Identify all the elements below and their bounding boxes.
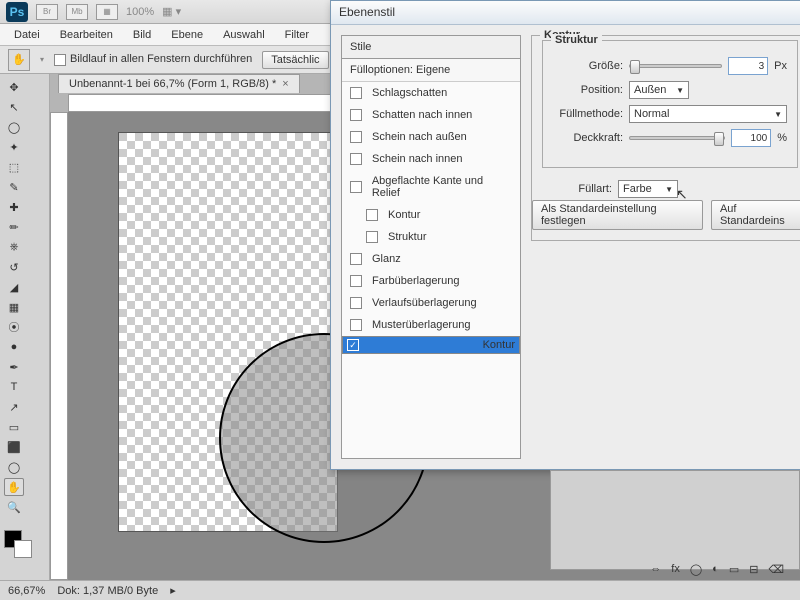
structure-group: Struktur Größe: Px Position: Außen▼ Füll… bbox=[542, 40, 798, 168]
menu-bearbeiten[interactable]: Bearbeiten bbox=[52, 27, 121, 43]
menu-datei[interactable]: Datei bbox=[6, 27, 48, 43]
style-color-overlay[interactable]: Farbüberlagerung bbox=[342, 270, 520, 292]
chevron-down-icon: ▼ bbox=[665, 185, 673, 194]
style-inner-shadow[interactable]: Schatten nach innen bbox=[342, 104, 520, 126]
tool-eyedrop[interactable]: ✎ bbox=[4, 178, 24, 196]
tool-zoom[interactable]: 🔍 bbox=[4, 498, 24, 516]
opacity-unit: % bbox=[777, 132, 787, 144]
arrange-icon[interactable]: ▦ ▾ bbox=[162, 5, 181, 18]
canvas[interactable] bbox=[118, 132, 338, 532]
style-list: Stile Fülloptionen: Eigene Schlagschatte… bbox=[341, 35, 521, 459]
size-unit: Px bbox=[774, 60, 787, 72]
tool-hand[interactable]: ✋ bbox=[4, 478, 24, 496]
reset-default-button[interactable]: Auf Standardeins bbox=[711, 200, 800, 230]
tool-heal[interactable]: ✚ bbox=[4, 198, 24, 216]
layer-style-dialog: Ebenenstil Stile Fülloptionen: Eigene Sc… bbox=[330, 0, 800, 470]
status-zoom[interactable]: 66,67% bbox=[8, 585, 45, 597]
size-label: Größe: bbox=[553, 60, 623, 72]
bridge-button[interactable]: Br bbox=[36, 4, 58, 20]
document-tab[interactable]: Unbenannt-1 bei 66,7% (Form 1, RGB/8) *× bbox=[58, 74, 300, 93]
chevron-down-icon: ▼ bbox=[774, 110, 782, 119]
style-gradient-overlay[interactable]: Verlaufsüberlagerung bbox=[342, 292, 520, 314]
position-label: Position: bbox=[553, 84, 623, 96]
folder-icon[interactable]: ▭ bbox=[729, 563, 739, 576]
style-outer-glow[interactable]: Schein nach außen bbox=[342, 126, 520, 148]
scroll-all-checkbox[interactable]: Bildlauf in allen Fenstern durchführen bbox=[54, 53, 252, 65]
zoom-level[interactable]: 100% bbox=[126, 6, 154, 18]
style-pattern-overlay[interactable]: Musterüberlagerung bbox=[342, 314, 520, 336]
stroke-section: Kontur Struktur Größe: Px Position: Auße… bbox=[531, 35, 800, 241]
layer-panel-icons: ⇔ fx ◯ ◐ ▭ ⊟ ⌫ bbox=[650, 563, 784, 576]
tool-blur[interactable]: ⦿ bbox=[4, 318, 24, 336]
statusbar: 66,67% Dok: 1,37 MB/0 Byte ▸ bbox=[0, 580, 800, 600]
opacity-slider[interactable] bbox=[629, 136, 725, 140]
chevron-down-icon: ▼ bbox=[676, 86, 684, 95]
tool-marquee[interactable]: ↖ bbox=[4, 98, 24, 116]
styles-header[interactable]: Stile bbox=[342, 36, 520, 59]
background-swatch[interactable] bbox=[14, 540, 32, 558]
tool-3d[interactable]: ⬛ bbox=[4, 438, 24, 456]
fx-icon[interactable]: fx bbox=[671, 563, 680, 576]
toolbox: ✥ ↖ ◯ ✦ ⬚ ✎ ✚ ✏ ⎈ ↺ ◢ ▦ ⦿ ● ✒ T ↗ ▭ ⬛ ◯ … bbox=[0, 74, 50, 580]
tool-3drot[interactable]: ◯ bbox=[4, 458, 24, 476]
menu-ebene[interactable]: Ebene bbox=[163, 27, 211, 43]
tool-brush[interactable]: ✏ bbox=[4, 218, 24, 236]
tool-eraser[interactable]: ◢ bbox=[4, 278, 24, 296]
close-tab-icon[interactable]: × bbox=[282, 78, 288, 90]
link-icon[interactable]: ⇔ bbox=[650, 563, 661, 576]
filltype-select[interactable]: Farbe▼ bbox=[618, 180, 678, 198]
menu-bild[interactable]: Bild bbox=[125, 27, 159, 43]
filltype-label: Füllart: bbox=[542, 183, 612, 195]
tool-dodge[interactable]: ● bbox=[4, 338, 24, 356]
status-docinfo[interactable]: Dok: 1,37 MB/0 Byte bbox=[57, 585, 158, 597]
style-bevel-contour[interactable]: Kontur bbox=[342, 204, 520, 226]
opacity-label: Deckkraft: bbox=[553, 132, 623, 144]
style-satin[interactable]: Glanz bbox=[342, 248, 520, 270]
tool-lasso[interactable]: ◯ bbox=[4, 118, 24, 136]
trash-icon[interactable]: ⌫ bbox=[768, 563, 784, 576]
blendmode-select[interactable]: Normal▼ bbox=[629, 105, 787, 123]
style-drop-shadow[interactable]: Schlagschatten bbox=[342, 82, 520, 104]
tool-crop[interactable]: ⬚ bbox=[4, 158, 24, 176]
tool-path[interactable]: ↗ bbox=[4, 398, 24, 416]
tool-shape[interactable]: ▭ bbox=[4, 418, 24, 436]
blend-options-header[interactable]: Fülloptionen: Eigene bbox=[342, 59, 520, 82]
style-bevel-emboss[interactable]: Abgeflachte Kante und Relief bbox=[342, 170, 520, 204]
style-inner-glow[interactable]: Schein nach innen bbox=[342, 148, 520, 170]
style-settings: Kontur Struktur Größe: Px Position: Auße… bbox=[531, 35, 800, 459]
blendmode-label: Füllmethode: bbox=[553, 108, 623, 120]
adjustment-icon[interactable]: ◐ bbox=[712, 563, 719, 576]
structure-legend: Struktur bbox=[551, 34, 602, 46]
make-default-button[interactable]: Als Standardeinstellung festlegen bbox=[532, 200, 703, 230]
position-select[interactable]: Außen▼ bbox=[629, 81, 689, 99]
opacity-input[interactable] bbox=[731, 129, 771, 147]
hand-tool-icon[interactable]: ✋ bbox=[8, 49, 30, 71]
screenmode-button[interactable]: ▦ bbox=[96, 4, 118, 20]
size-slider[interactable] bbox=[629, 64, 722, 68]
status-arrow-icon[interactable]: ▸ bbox=[170, 584, 176, 597]
panel-dock bbox=[550, 470, 800, 570]
tool-pen[interactable]: ✒ bbox=[4, 358, 24, 376]
new-layer-icon[interactable]: ⊟ bbox=[749, 563, 758, 576]
actual-pixels-button[interactable]: Tatsächlic bbox=[262, 51, 328, 69]
tool-wand[interactable]: ✦ bbox=[4, 138, 24, 156]
tool-gradient[interactable]: ▦ bbox=[4, 298, 24, 316]
tool-history[interactable]: ↺ bbox=[4, 258, 24, 276]
menu-filter[interactable]: Filter bbox=[277, 27, 317, 43]
menu-auswahl[interactable]: Auswahl bbox=[215, 27, 273, 43]
minibridge-button[interactable]: Mb bbox=[66, 4, 88, 20]
style-stroke[interactable]: Kontur bbox=[342, 336, 520, 354]
size-input[interactable] bbox=[728, 57, 768, 75]
tool-stamp[interactable]: ⎈ bbox=[4, 238, 24, 256]
dialog-title: Ebenenstil bbox=[331, 1, 800, 25]
mask-icon[interactable]: ◯ bbox=[690, 563, 702, 576]
ps-logo: Ps bbox=[6, 2, 28, 22]
tool-type[interactable]: T bbox=[4, 378, 24, 396]
ruler-vertical bbox=[50, 112, 68, 580]
style-bevel-texture[interactable]: Struktur bbox=[342, 226, 520, 248]
tool-move[interactable]: ✥ bbox=[4, 78, 24, 96]
